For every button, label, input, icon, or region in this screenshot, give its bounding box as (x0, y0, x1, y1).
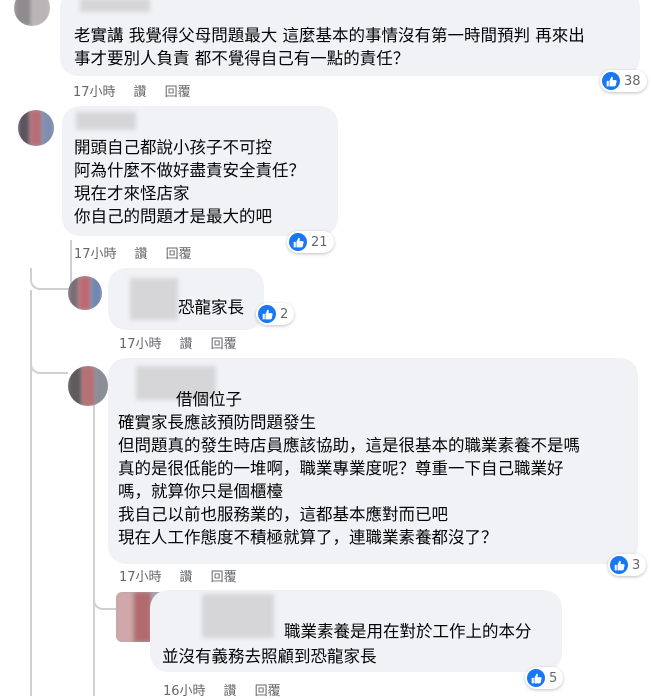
comment-bubble: 開頭自己都說小孩子不可控 阿為什麼不做好盡責安全責任？ 現在才來怪店家 你自己的… (62, 106, 338, 236)
thread-line (93, 395, 95, 696)
thread-line (30, 290, 32, 696)
reply-button[interactable]: 回覆 (255, 684, 281, 699)
reaction-count[interactable]: 5 (525, 667, 564, 689)
like-thumb-icon (527, 669, 545, 687)
like-button[interactable]: 讚 (135, 247, 148, 262)
comment-text: 開頭自己都說小孩子不可控 (74, 138, 272, 157)
thread-connector (30, 352, 68, 374)
comment-meta: 17小時 讚 回覆 (74, 243, 210, 262)
comment-meta: 17小時 讚 回覆 (119, 333, 255, 352)
comment-text: 嗎，就算你只是個櫃檯 (118, 482, 283, 501)
timestamp[interactable]: 17小時 (119, 570, 162, 585)
reply-button[interactable]: 回覆 (165, 85, 191, 100)
comment-bubble: 職業素養是用在對於工作上的本分 並沒有義務去照顧到恐龍家長 (150, 590, 562, 672)
comment-text: 現在才來怪店家 (74, 184, 190, 203)
author-name-redacted[interactable] (76, 112, 136, 130)
comment-text: 你自己的問題才是最大的吧 (74, 207, 272, 226)
comment-meta: 17小時 讚 回覆 (119, 566, 255, 585)
like-button[interactable]: 讚 (180, 337, 193, 352)
reaction-count[interactable]: 38 (600, 70, 647, 92)
comment-text: 借個位子 (176, 390, 242, 409)
comment-bubble: 借個位子 確實家長應該預防問題發生 但問題真的發生時店員應該協助，這是很基本的職… (108, 358, 638, 564)
avatar[interactable] (18, 110, 54, 146)
comment-text: 老實講 我覺得父母問題最大 這麼基本的事情沒有第一時間預判 再來出 (74, 26, 585, 45)
timestamp[interactable]: 17小時 (119, 337, 162, 352)
comment-text: 現在人工作態度不積極就算了，連職業素養都沒了？ (118, 528, 498, 547)
comment-text: 確實家長應該預防問題發生 (118, 413, 316, 432)
author-name-redacted[interactable] (130, 278, 178, 320)
comment-text: 職業素養是用在對於工作上的本分 (284, 622, 532, 641)
reaction-count[interactable]: 3 (608, 554, 647, 576)
reply-button[interactable]: 回覆 (166, 247, 192, 262)
avatar[interactable] (68, 276, 102, 310)
comment-meta: 17小時 讚 回覆 (73, 81, 209, 100)
timestamp[interactable]: 17小時 (73, 85, 116, 100)
reaction-count[interactable]: 21 (287, 231, 334, 253)
comment-bubble: 老實講 我覺得父母問題最大 這麼基本的事情沒有第一時間預判 再來出 事才要別人負… (60, 0, 640, 76)
avatar[interactable] (68, 366, 108, 406)
avatar[interactable] (14, 0, 50, 26)
thread-connector (30, 268, 72, 290)
reply-button[interactable]: 回覆 (211, 337, 237, 352)
comment-text: 恐龍家長 (178, 298, 244, 317)
comment-text: 真的是很低能的一堆啊，職業專業度呢？尊重一下自己職業好 (118, 459, 564, 478)
comment-bubble: 恐龍家長 (108, 268, 264, 330)
like-thumb-icon (258, 305, 276, 323)
like-button[interactable]: 讚 (134, 85, 147, 100)
like-thumb-icon (289, 233, 307, 251)
like-button[interactable]: 讚 (180, 570, 193, 585)
reply-button[interactable]: 回覆 (211, 570, 237, 585)
timestamp[interactable]: 16小時 (163, 684, 206, 699)
reaction-count[interactable]: 2 (256, 303, 295, 325)
like-thumb-icon (602, 72, 620, 90)
comment-text: 並沒有義務去照顧到恐龍家長 (162, 647, 377, 666)
comment-text: 但問題真的發生時店員應該協助，這是很基本的職業素養不是嗎 (118, 436, 580, 455)
like-button[interactable]: 讚 (224, 684, 237, 699)
comment-text: 事才要別人負責 都不覺得自己有一點的責任？ (74, 49, 410, 68)
author-name-redacted[interactable] (80, 0, 150, 12)
like-thumb-icon (610, 556, 628, 574)
timestamp[interactable]: 17小時 (74, 247, 117, 262)
comment-text: 阿為什麼不做好盡責安全責任？ (74, 161, 305, 180)
comment-text: 我自己以前也服務業的，這都基本應對而已吧 (118, 505, 448, 524)
comment-meta: 16小時 讚 回覆 (163, 680, 299, 699)
author-name-redacted[interactable] (202, 594, 274, 638)
